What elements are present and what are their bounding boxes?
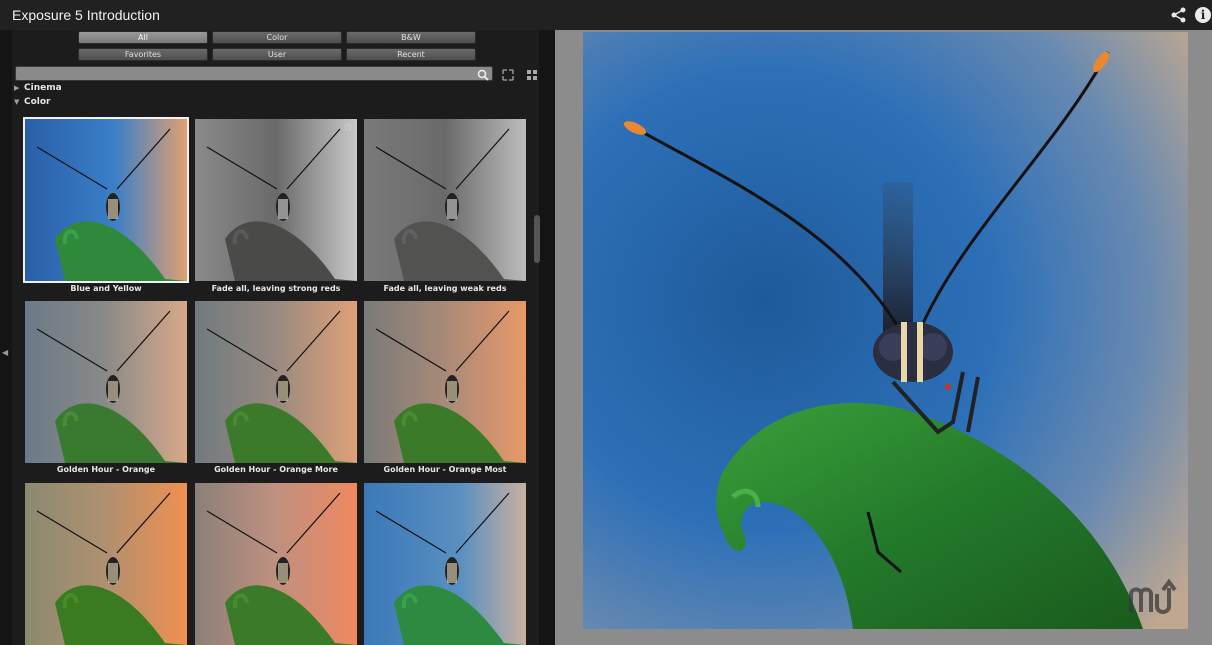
preset-label: Fade all, leaving weak reds [383, 284, 507, 293]
category-label: Color [24, 97, 51, 107]
expand-view-icon[interactable] [502, 68, 514, 81]
preset-thumbnail[interactable] [364, 483, 526, 645]
preset-thumbnail[interactable] [195, 301, 357, 463]
chevron-down-icon: ▼ [14, 98, 20, 106]
window-titlebar: Exposure 5 Introduction i [0, 0, 1212, 30]
scrollbar-thumb[interactable] [534, 215, 540, 263]
filter-favorites-button[interactable]: Favorites [78, 48, 208, 61]
category-color[interactable]: ▼ Color [14, 97, 534, 110]
preset-thumbnail[interactable] [364, 301, 526, 463]
preset-thumbnail[interactable] [23, 117, 189, 283]
info-icon[interactable]: i [1195, 7, 1211, 23]
presets-panel: All Color B&W Favorites User Recent ▶ Cin… [0, 30, 555, 645]
search-input[interactable] [15, 66, 493, 81]
collapse-panel-icon[interactable]: ◀ [2, 348, 8, 357]
preset-label: Golden Hour - Orange [56, 465, 156, 474]
filter-all-button[interactable]: All [78, 31, 208, 44]
preset-label: Golden Hour - Orange More [214, 465, 338, 474]
preset-thumbnail[interactable] [195, 483, 357, 645]
preset-label: Blue and Yellow [70, 284, 142, 293]
preset-thumbnail[interactable] [25, 483, 187, 645]
filter-bw-button[interactable]: B&W [346, 31, 476, 44]
search-icon[interactable] [477, 68, 489, 81]
preset-thumbnail[interactable] [25, 301, 187, 463]
filter-color-button[interactable]: Color [212, 31, 342, 44]
image-preview-area [555, 30, 1212, 645]
macupdate-logo [1127, 578, 1183, 618]
preset-label: Golden Hour - Orange Most [383, 465, 507, 474]
preset-label: Fade all, leaving strong reds [211, 284, 341, 293]
filter-recent-button[interactable]: Recent [346, 48, 476, 61]
category-cinema[interactable]: ▶ Cinema [14, 83, 534, 96]
preset-thumbnail[interactable]: ☆ [195, 119, 357, 281]
chevron-right-icon: ▶ [14, 84, 20, 92]
category-label: Cinema [24, 83, 62, 93]
filter-user-button[interactable]: User [212, 48, 342, 61]
preview-image [583, 32, 1188, 629]
preset-thumbnail[interactable] [364, 119, 526, 281]
grid-view-icon[interactable] [526, 68, 538, 80]
share-icon[interactable] [1170, 6, 1188, 24]
star-icon[interactable]: ☆ [342, 120, 353, 134]
window-title: Exposure 5 Introduction [12, 7, 160, 23]
